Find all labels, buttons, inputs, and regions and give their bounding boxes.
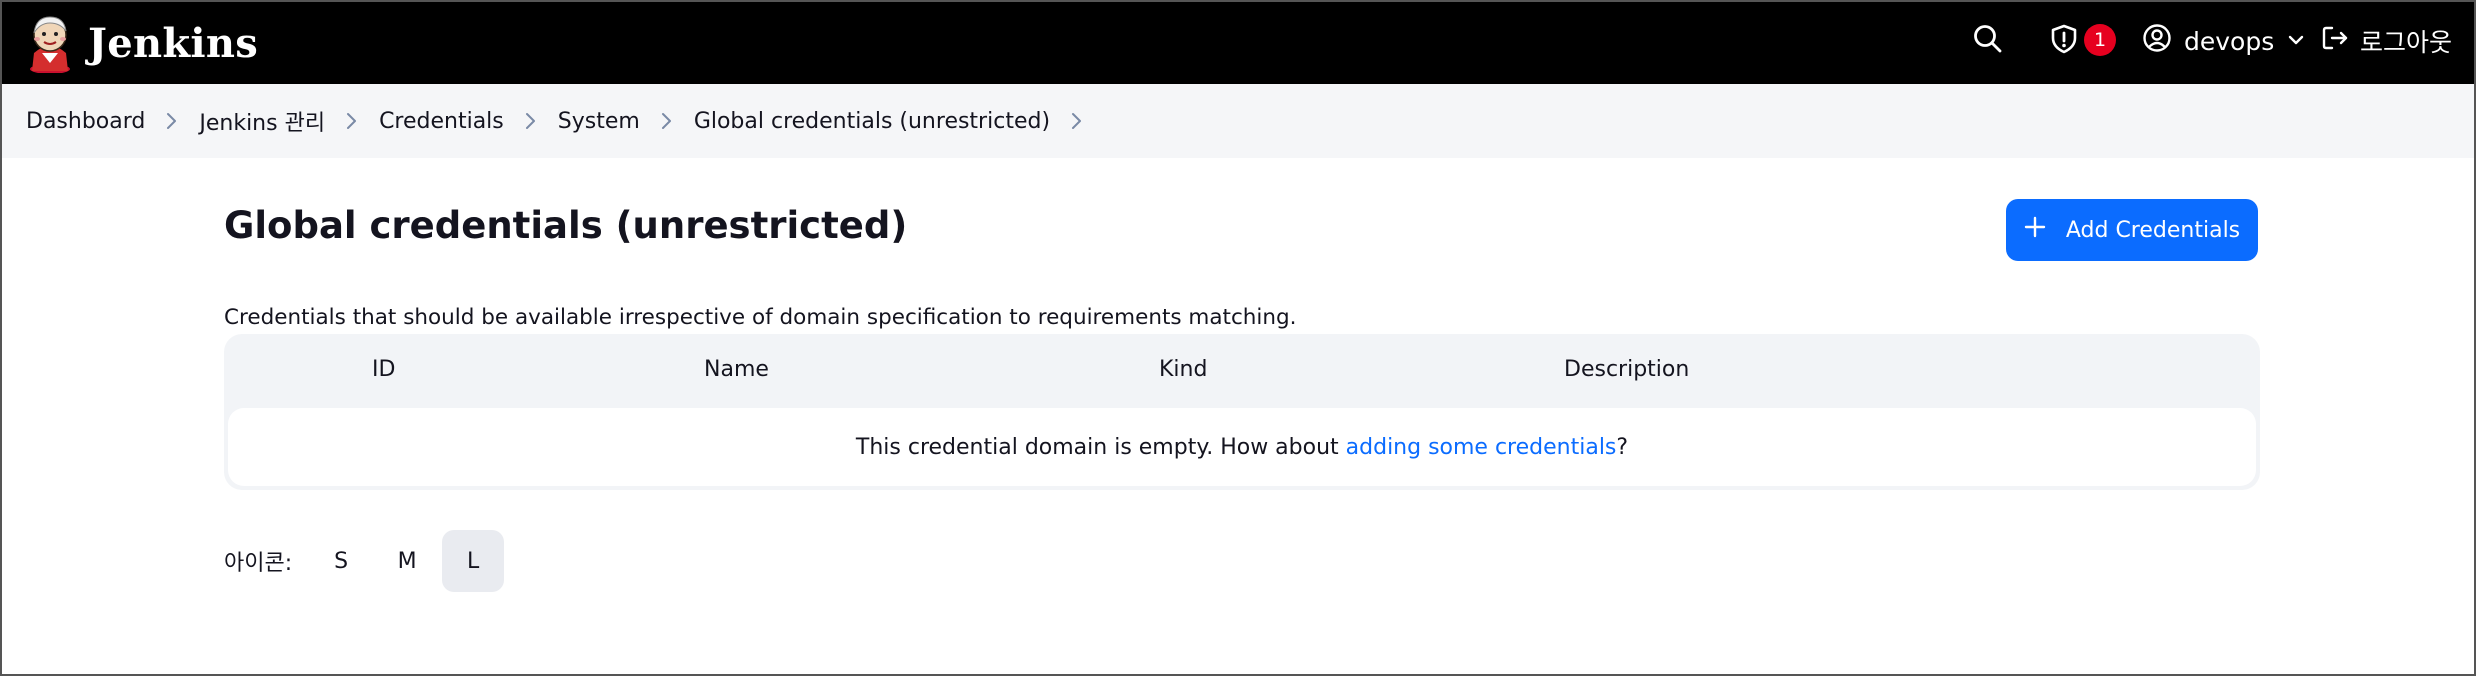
icon-size-large-button[interactable]: L bbox=[442, 530, 505, 592]
column-header-kind[interactable]: Kind bbox=[1159, 357, 1207, 382]
icon-size-label: 아이콘: bbox=[224, 551, 293, 576]
jenkins-home-link[interactable]: Jenkins bbox=[26, 6, 258, 80]
chevron-right-icon bbox=[504, 111, 558, 131]
column-header-name[interactable]: Name bbox=[704, 357, 769, 382]
breadcrumb-global-credentials[interactable]: Global credentials (unrestricted) bbox=[694, 109, 1050, 134]
breadcrumb-dashboard[interactable]: Dashboard bbox=[26, 109, 145, 134]
breadcrumb-manage-jenkins[interactable]: Jenkins 관리 bbox=[199, 105, 325, 137]
empty-state-text: This credential domain is empty. How abo… bbox=[855, 434, 1346, 460]
page-title: Global credentials (unrestricted) bbox=[224, 204, 908, 247]
empty-state-suffix: ? bbox=[1616, 434, 1629, 460]
jenkins-logo-icon bbox=[26, 9, 74, 77]
adding-credentials-link[interactable]: adding some credentials bbox=[1346, 435, 1617, 460]
logout-icon bbox=[2320, 23, 2350, 59]
user-circle-icon bbox=[2142, 23, 2172, 59]
column-header-id[interactable]: ID bbox=[372, 357, 395, 382]
breadcrumb: Dashboard Jenkins 관리 Credentials System … bbox=[2, 84, 2474, 158]
page-description: Credentials that should be available irr… bbox=[224, 305, 1297, 330]
chevron-right-icon[interactable] bbox=[1050, 111, 1104, 131]
user-menu[interactable]: devops bbox=[2142, 21, 2306, 61]
icon-size-small-button[interactable]: S bbox=[310, 530, 372, 592]
icon-size-medium-button[interactable]: M bbox=[376, 530, 438, 592]
column-header-description[interactable]: Description bbox=[1564, 357, 1689, 382]
chevron-right-icon bbox=[145, 111, 199, 131]
brand-title: Jenkins bbox=[88, 19, 259, 67]
breadcrumb-credentials[interactable]: Credentials bbox=[379, 109, 504, 134]
logout-link[interactable]: 로그아웃 bbox=[2320, 21, 2452, 61]
chevron-down-icon bbox=[2286, 27, 2306, 56]
add-credentials-button[interactable]: Add Credentials bbox=[2006, 199, 2258, 261]
chevron-right-icon bbox=[640, 111, 694, 131]
credentials-table: ID Name Kind Description This credential… bbox=[224, 334, 2260, 490]
search-button[interactable] bbox=[1968, 21, 2008, 61]
security-alerts-button[interactable] bbox=[2044, 21, 2084, 61]
user-name: devops bbox=[2184, 26, 2275, 56]
chevron-right-icon bbox=[325, 111, 379, 131]
icon-size-selector: 아이콘: S M L bbox=[224, 530, 505, 592]
alerts-count-badge: 1 bbox=[2084, 24, 2116, 56]
search-icon bbox=[1972, 23, 2004, 59]
logout-label: 로그아웃 bbox=[2360, 28, 2453, 57]
top-header: Jenkins 1 devops 로그아웃 bbox=[2, 2, 2474, 84]
plus-icon bbox=[2024, 216, 2046, 244]
empty-state-row: This credential domain is empty. How abo… bbox=[228, 408, 2256, 486]
add-credentials-label: Add Credentials bbox=[2065, 217, 2241, 243]
shield-alert-icon bbox=[2048, 23, 2080, 59]
breadcrumb-system[interactable]: System bbox=[558, 109, 640, 134]
